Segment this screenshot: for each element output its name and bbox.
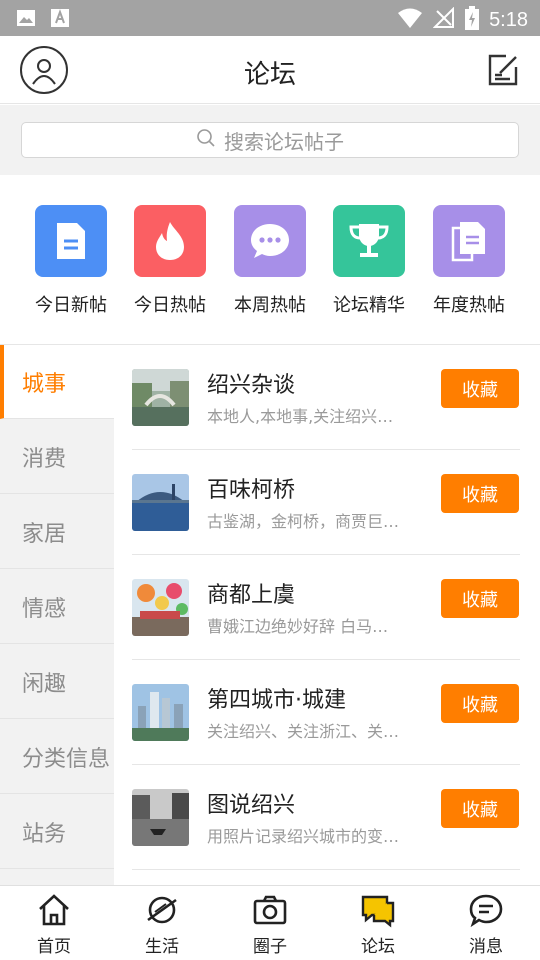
favorite-button[interactable]: 收藏 xyxy=(441,684,519,723)
forum-name: 第四城市·城建 xyxy=(207,688,346,713)
no-signal-icon xyxy=(432,6,455,33)
quick-links: 今日新帖 今日热帖 本周热帖 论坛精华 年度热帖 xyxy=(0,175,540,345)
quick-link-hot-year[interactable]: 年度热帖 xyxy=(419,205,519,317)
forum-thumbnail xyxy=(132,684,189,741)
category-item[interactable]: 分类信息 xyxy=(0,720,114,794)
forum-description: 关注绍兴、关注浙江、关… xyxy=(207,722,400,741)
forum-description: 曹娥江边绝妙好辞 白马… xyxy=(207,617,389,636)
quick-link-hot-today[interactable]: 今日热帖 xyxy=(120,205,220,317)
wifi-icon xyxy=(397,7,423,33)
header: 论坛 xyxy=(0,36,540,104)
favorite-button[interactable]: 收藏 xyxy=(441,579,519,618)
forum-row[interactable]: 第四城市·城建 关注绍兴、关注浙江、关… 收藏 xyxy=(114,660,540,765)
status-bar: 5:18 xyxy=(0,0,540,36)
nav-circle[interactable]: 圈子 xyxy=(216,892,324,957)
forum-row[interactable]: 图说绍兴 用照片记录绍兴城市的变… 收藏 xyxy=(114,765,540,870)
clock: 5:18 xyxy=(489,8,528,31)
nav-forum[interactable]: 论坛 xyxy=(324,892,432,957)
trophy-icon xyxy=(333,205,405,277)
image-icon xyxy=(16,8,36,32)
category-item[interactable]: 情感 xyxy=(0,570,114,644)
favorite-button[interactable]: 收藏 xyxy=(441,474,519,513)
compose-icon[interactable] xyxy=(486,53,520,87)
quick-link-label: 今日热帖 xyxy=(134,295,206,316)
forum-chat-icon xyxy=(360,892,396,928)
forum-description: 古鉴湖，金柯桥，商贾巨… xyxy=(207,512,400,531)
nav-label: 首页 xyxy=(37,937,71,957)
forum-row[interactable]: 绍兴杂谈 本地人,本地事,关注绍兴… 收藏 xyxy=(114,345,540,450)
copy-document-icon xyxy=(433,205,505,277)
nav-messages[interactable]: 消息 xyxy=(432,892,540,957)
forum-list: 绍兴杂谈 本地人,本地事,关注绍兴… 收藏 百味柯桥 古鉴湖，金柯桥，商贾巨… … xyxy=(114,345,540,885)
quick-link-new-today[interactable]: 今日新帖 xyxy=(21,205,121,317)
nav-label: 消息 xyxy=(469,937,503,957)
nav-label: 生活 xyxy=(145,937,179,957)
forum-description: 用照片记录绍兴城市的变… xyxy=(207,827,400,846)
forum-row[interactable]: 百味柯桥 古鉴湖，金柯桥，商贾巨… 收藏 xyxy=(114,450,540,555)
category-item[interactable]: 城事 xyxy=(0,345,114,419)
category-item[interactable]: 家居 xyxy=(0,495,114,569)
forum-name: 绍兴杂谈 xyxy=(207,373,296,398)
camera-icon xyxy=(252,892,288,928)
nav-life[interactable]: 生活 xyxy=(108,892,216,957)
forum-row[interactable]: 商都上虞 曹娥江边绝妙好辞 白马… 收藏 xyxy=(114,555,540,660)
forum-name: 百味柯桥 xyxy=(207,478,296,503)
search-icon xyxy=(196,128,216,152)
forum-name: 商都上虞 xyxy=(207,583,296,608)
quick-link-label: 本周热帖 xyxy=(234,295,306,316)
forum-description: 本地人,本地事,关注绍兴… xyxy=(207,407,394,426)
category-sidebar: 城事 消费 家居 情感 闲趣 分类信息 站务 xyxy=(0,345,114,885)
page-title: 论坛 xyxy=(243,60,296,90)
nav-label: 圈子 xyxy=(253,937,287,957)
battery-charging-icon xyxy=(465,6,480,34)
forum-thumbnail xyxy=(132,369,189,426)
category-item[interactable]: 闲趣 xyxy=(0,645,114,719)
row-divider xyxy=(132,869,520,870)
bottom-nav: 首页 生活 圈子 论坛 消息 xyxy=(0,885,540,960)
nav-home[interactable]: 首页 xyxy=(0,892,108,957)
forum-thumbnail xyxy=(132,579,189,636)
favorite-button[interactable]: 收藏 xyxy=(441,369,519,408)
planet-icon xyxy=(144,892,180,928)
search-area: 搜索论坛帖子 xyxy=(0,105,540,175)
search-placeholder: 搜索论坛帖子 xyxy=(224,129,344,154)
quick-link-label: 今日新帖 xyxy=(35,295,107,316)
a-icon xyxy=(50,8,70,32)
favorite-button[interactable]: 收藏 xyxy=(441,789,519,828)
quick-link-essence[interactable]: 论坛精华 xyxy=(319,205,419,317)
nav-label: 论坛 xyxy=(361,937,395,957)
quick-link-hot-week[interactable]: 本周热帖 xyxy=(220,205,320,317)
quick-link-label: 论坛精华 xyxy=(333,295,405,316)
flame-icon xyxy=(134,205,206,277)
category-item[interactable]: 消费 xyxy=(0,420,114,494)
forum-thumbnail xyxy=(132,789,189,846)
search-input[interactable]: 搜索论坛帖子 xyxy=(21,122,519,158)
message-icon xyxy=(468,892,504,928)
category-item[interactable]: 站务 xyxy=(0,795,114,869)
chat-bubble-icon xyxy=(234,205,306,277)
document-icon xyxy=(35,205,107,277)
quick-link-label: 年度热帖 xyxy=(433,295,505,316)
forum-name: 图说绍兴 xyxy=(207,793,296,818)
home-icon xyxy=(36,892,72,928)
forum-thumbnail xyxy=(132,474,189,531)
